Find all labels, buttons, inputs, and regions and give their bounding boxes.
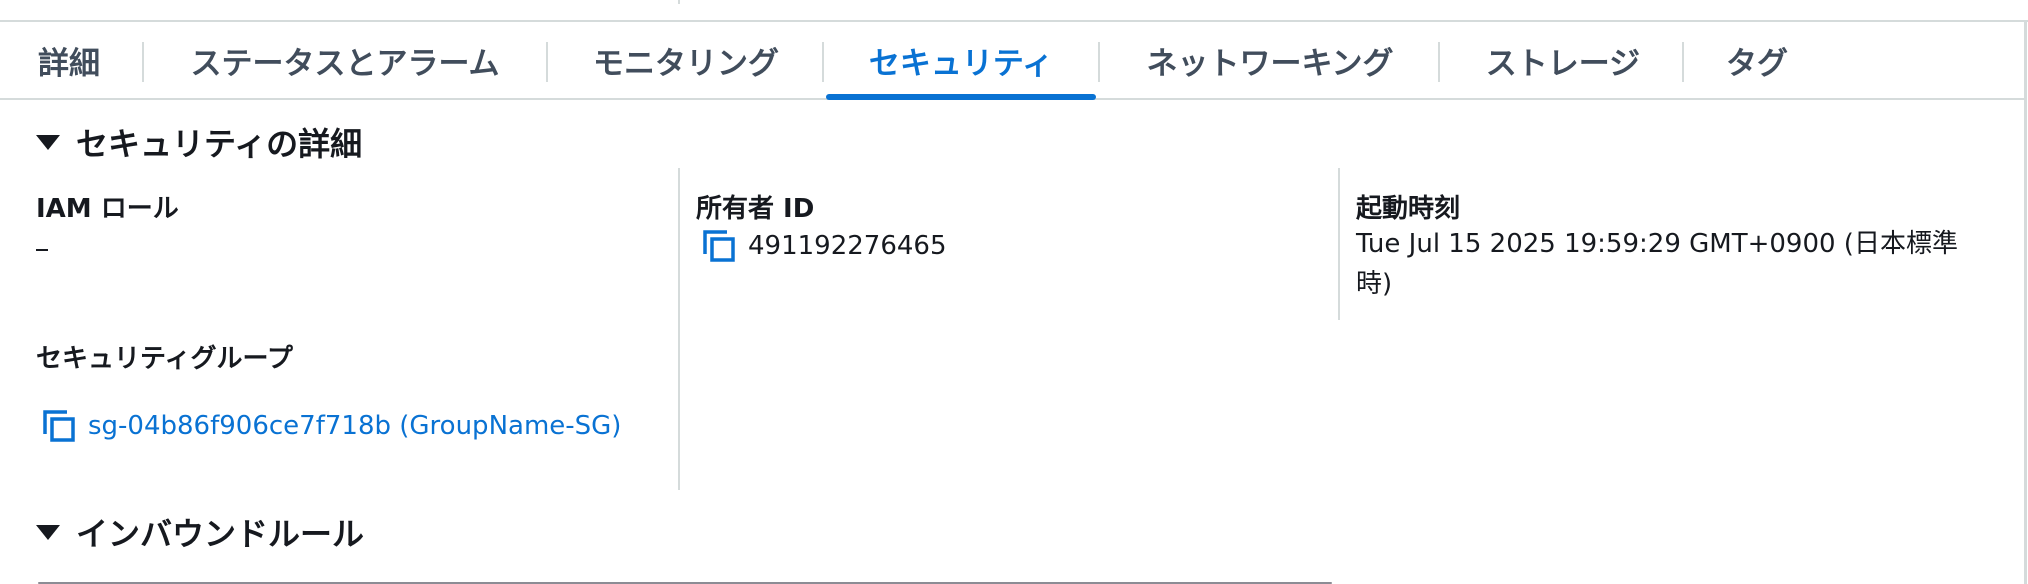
column-divider [678, 168, 680, 490]
launch-time-value: Tue Jul 15 2025 19:59:29 GMT+0900 (日本標準時… [1356, 229, 1958, 299]
tab-separator [142, 42, 144, 82]
owner-id-value: 491192276465 [748, 231, 947, 261]
tab-separator [1438, 42, 1440, 82]
security-group-row: sg-04b86f906ce7f718b (GroupName-SG) [42, 406, 621, 446]
tab-separator [546, 42, 548, 82]
panel-right-edge [2024, 22, 2027, 584]
tab-monitoring[interactable]: モニタリング [588, 22, 784, 98]
tab-tags[interactable]: タグ [1722, 22, 1792, 98]
tab-networking[interactable]: ネットワーキング [1138, 22, 1402, 98]
caret-down-icon [36, 524, 60, 540]
tab-security[interactable]: セキュリティ [826, 22, 1096, 100]
top-panel-edge [0, 0, 2028, 22]
tab-separator [1098, 42, 1100, 82]
iam-role-label: IAM ロール [36, 194, 179, 224]
security-groups-label: セキュリティグループ [36, 344, 293, 374]
iam-role-value [36, 249, 48, 251]
copy-icon[interactable] [702, 229, 736, 263]
tab-details[interactable]: 詳細 [34, 22, 104, 98]
section-title: セキュリティの詳細 [76, 125, 363, 163]
caret-down-icon [36, 134, 60, 150]
owner-id-label: 所有者 ID [696, 194, 815, 224]
top-divider [678, 0, 680, 4]
instance-tabs: 詳細 ステータスとアラーム モニタリング セキュリティ ネットワーキング ストレ… [0, 22, 2024, 100]
copy-icon[interactable] [42, 409, 76, 443]
tab-separator [822, 42, 824, 82]
column-divider [1338, 168, 1340, 320]
section-title: インバウンドルール [76, 515, 365, 553]
launch-time-label: 起動時刻 [1356, 194, 1461, 224]
inbound-rules-header[interactable]: インバウンドルール [36, 510, 364, 554]
tab-storage[interactable]: ストレージ [1480, 22, 1646, 98]
security-group-link[interactable]: sg-04b86f906ce7f718b (GroupName-SG) [88, 411, 621, 441]
tab-status-alarms[interactable]: ステータスとアラーム [184, 22, 506, 98]
tab-separator [1682, 42, 1684, 82]
security-details-header[interactable]: セキュリティの詳細 [36, 120, 362, 164]
owner-id-row: 491192276465 [702, 226, 947, 266]
